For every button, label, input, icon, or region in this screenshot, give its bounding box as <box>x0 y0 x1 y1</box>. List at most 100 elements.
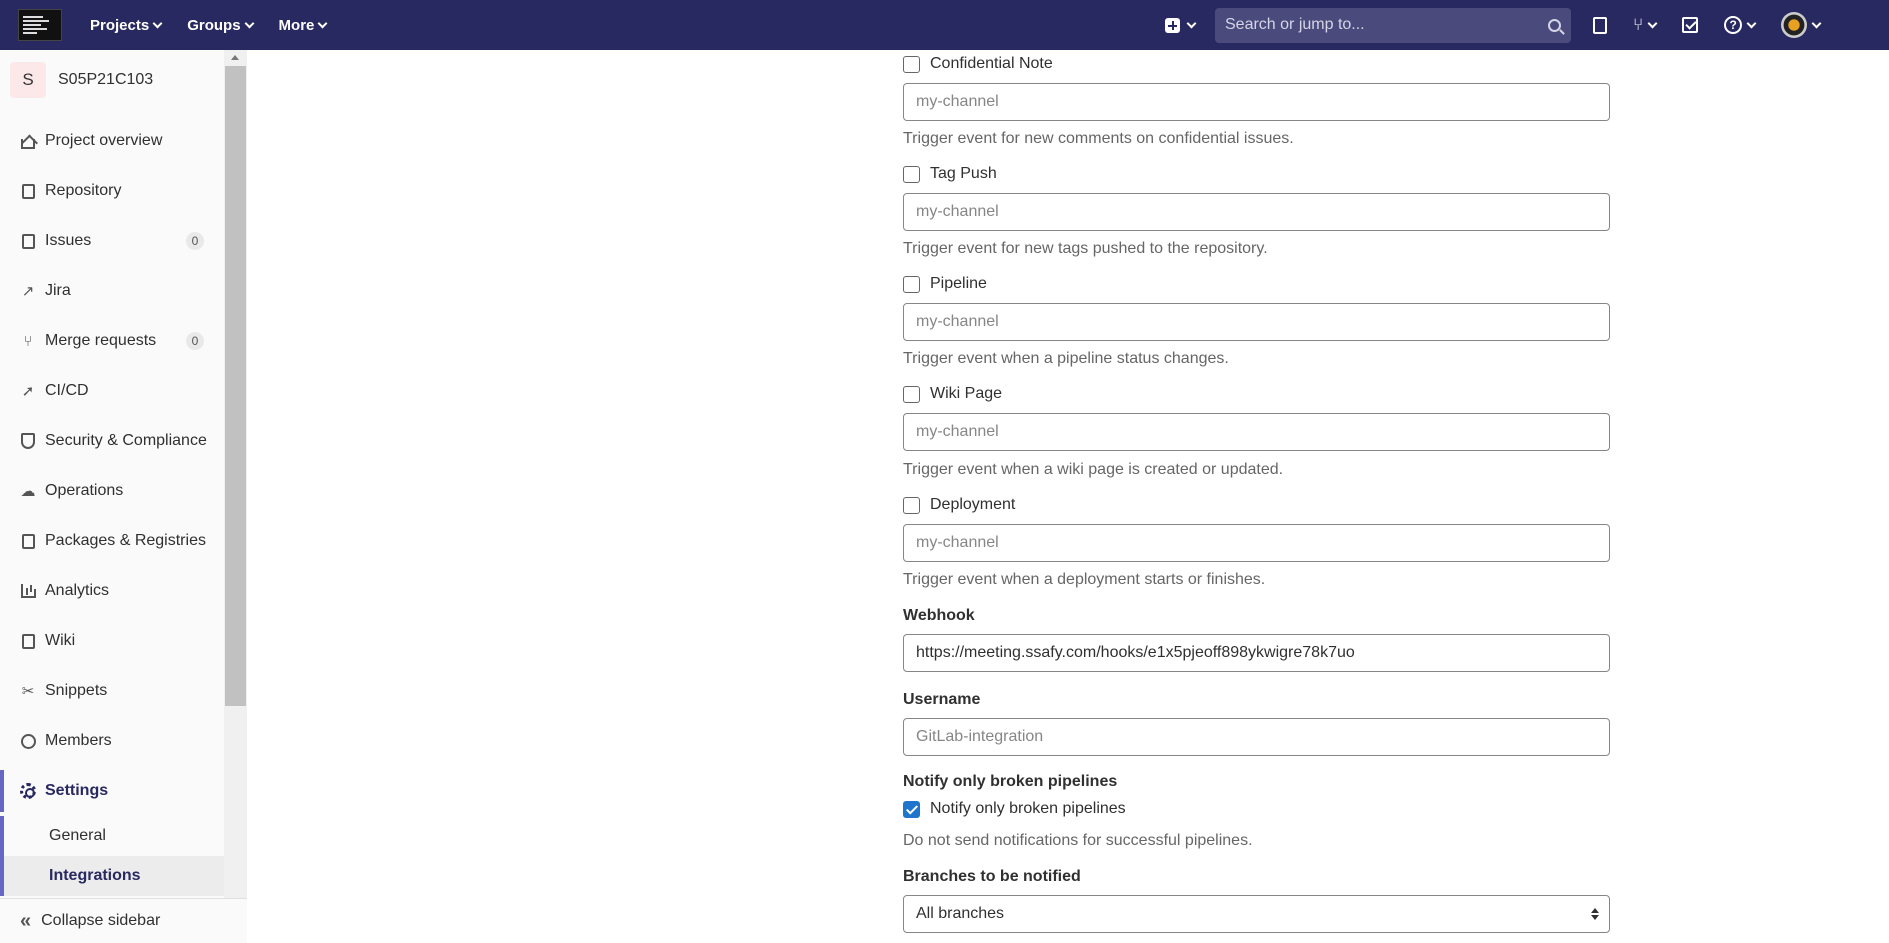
notify-broken-pipelines-checkbox-label: Notify only broken pipelines <box>930 800 1126 817</box>
wiki-page-label: Wiki Page <box>930 385 1003 402</box>
tag-push-checkbox[interactable] <box>903 165 920 183</box>
sidebar-item-analytics[interactable]: Analytics <box>0 570 224 612</box>
scroll-up-arrow-icon[interactable] <box>231 55 239 60</box>
sidebar-item-packages[interactable]: Packages & Registries <box>0 520 224 562</box>
confidential-note-checkbox[interactable] <box>903 55 920 73</box>
sidebar-item-merge-requests[interactable]: ⑂ Merge requests 0 <box>0 320 224 362</box>
pipeline-label: Pipeline <box>930 275 987 292</box>
chevron-down-icon <box>1811 18 1822 28</box>
deployment-help: Trigger event when a deployment starts o… <box>903 571 1266 588</box>
pipeline-channel-input[interactable] <box>903 303 1610 341</box>
cloud-icon: ☁ <box>20 482 36 500</box>
sidebar-item-issues[interactable]: Issues 0 <box>0 220 224 262</box>
home-icon <box>20 133 36 149</box>
user-menu-button[interactable] <box>1781 12 1822 38</box>
event-deployment[interactable]: Deployment <box>903 496 1015 514</box>
sidebar-item-jira[interactable]: ↗ Jira <box>0 270 224 312</box>
notify-broken-pipelines-checkbox[interactable] <box>903 800 920 818</box>
gitlab-logo[interactable] <box>18 9 62 41</box>
project-avatar: S <box>10 62 46 98</box>
scissors-icon: ✂ <box>21 682 35 700</box>
search-box[interactable] <box>1215 7 1571 43</box>
pipeline-help: Trigger event when a pipeline status cha… <box>903 350 1229 367</box>
notify-broken-pipelines-option[interactable]: Notify only broken pipelines <box>903 800 1126 818</box>
branches-select[interactable]: All branches <box>903 895 1610 933</box>
username-label: Username <box>903 691 981 708</box>
sidebar-item-label: Wiki <box>45 632 76 649</box>
event-tag-push[interactable]: Tag Push <box>903 165 997 183</box>
external-link-icon: ↗ <box>21 282 35 300</box>
sidebar-scrollbar[interactable] <box>224 50 247 943</box>
chevron-down-icon <box>244 18 254 28</box>
webhook-label: Webhook <box>903 607 975 624</box>
chart-icon <box>20 583 36 599</box>
book-icon <box>20 633 36 649</box>
sidebar-item-label: Merge requests <box>45 332 157 349</box>
sidebar-scrollbar-thumb[interactable] <box>225 66 246 706</box>
sidebar: S S05P21C103 Project overview Repository… <box>0 50 247 943</box>
wiki-page-checkbox[interactable] <box>903 385 920 403</box>
sidebar-subitem-integrations[interactable]: Integrations <box>0 856 224 896</box>
sidebar-item-cicd[interactable]: ➚ CI/CD <box>0 370 224 412</box>
notify-broken-pipelines-label: Notify only broken pipelines <box>903 773 1118 790</box>
issues-count-badge: 0 <box>186 232 204 250</box>
nav-right: ⑂ ? <box>1165 0 1822 50</box>
nav-more[interactable]: More <box>278 16 328 34</box>
search-input[interactable] <box>1225 16 1525 34</box>
double-chevron-left-icon: « <box>20 910 32 932</box>
sidebar-item-label: Members <box>45 732 112 749</box>
sidebar-item-snippets[interactable]: ✂ Snippets <box>0 670 224 712</box>
branches-select-value: All branches <box>916 905 1005 922</box>
nav-menu: Projects Groups More <box>90 16 328 34</box>
confidential-note-label: Confidential Note <box>930 55 1053 72</box>
username-input[interactable] <box>903 718 1610 756</box>
event-wiki-page[interactable]: Wiki Page <box>903 385 1002 403</box>
sidebar-item-label: Project overview <box>45 132 163 149</box>
collapse-sidebar-label: Collapse sidebar <box>41 912 161 929</box>
plus-square-icon <box>1165 17 1180 33</box>
chevron-down-icon <box>1186 18 1197 28</box>
webhook-input[interactable] <box>903 634 1610 672</box>
rocket-icon: ➚ <box>21 382 35 400</box>
sidebar-item-security[interactable]: Security & Compliance <box>0 420 224 462</box>
branches-label: Branches to be notified <box>903 868 1081 885</box>
new-item-button[interactable] <box>1165 17 1197 33</box>
confidential-note-help: Trigger event for new comments on confid… <box>903 130 1294 147</box>
wiki-page-channel-input[interactable] <box>903 413 1610 451</box>
notify-broken-pipelines-help: Do not send notifications for successful… <box>903 832 1253 849</box>
deployment-checkbox[interactable] <box>903 496 920 514</box>
issues-nav-button[interactable] <box>1593 16 1607 34</box>
sidebar-item-members[interactable]: Members <box>0 720 224 762</box>
event-confidential-note[interactable]: Confidential Note <box>903 55 1053 73</box>
users-icon <box>20 733 36 749</box>
sidebar-item-label: Issues <box>45 232 92 249</box>
collapse-sidebar-button[interactable]: « Collapse sidebar <box>0 898 247 943</box>
nav-more-label: More <box>278 16 315 34</box>
sidebar-project[interactable]: S S05P21C103 <box>10 62 153 98</box>
project-name: S05P21C103 <box>58 71 154 88</box>
deployment-channel-input[interactable] <box>903 524 1610 562</box>
merge-request-icon: ⑂ <box>1633 15 1644 34</box>
sidebar-item-label: Security & Compliance <box>45 432 207 449</box>
chevron-down-icon <box>152 18 163 28</box>
tag-push-channel-input[interactable] <box>903 193 1610 231</box>
event-pipeline[interactable]: Pipeline <box>903 275 987 293</box>
confidential-note-channel-input[interactable] <box>903 83 1610 121</box>
top-navbar: Projects Groups More ⑂ ? <box>0 0 1889 50</box>
wiki-page-help: Trigger event when a wiki page is create… <box>903 461 1284 478</box>
pipeline-checkbox[interactable] <box>903 275 920 293</box>
sidebar-item-project-overview[interactable]: Project overview <box>0 120 224 162</box>
merge-requests-nav-button[interactable]: ⑂ <box>1633 15 1658 35</box>
sidebar-item-operations[interactable]: ☁ Operations <box>0 470 224 512</box>
nav-projects[interactable]: Projects <box>90 17 163 34</box>
todos-nav-button[interactable] <box>1682 17 1699 33</box>
issues-icon <box>1593 16 1607 34</box>
sidebar-item-label: Packages & Registries <box>45 532 206 549</box>
nav-groups[interactable]: Groups <box>187 17 254 34</box>
sidebar-item-settings[interactable]: Settings <box>0 770 224 812</box>
tag-push-help: Trigger event for new tags pushed to the… <box>903 240 1268 257</box>
sidebar-subitem-general[interactable]: General <box>0 816 224 856</box>
sidebar-item-wiki[interactable]: Wiki <box>0 620 224 662</box>
sidebar-item-repository[interactable]: Repository <box>0 170 224 212</box>
help-nav-button[interactable]: ? <box>1724 16 1757 34</box>
